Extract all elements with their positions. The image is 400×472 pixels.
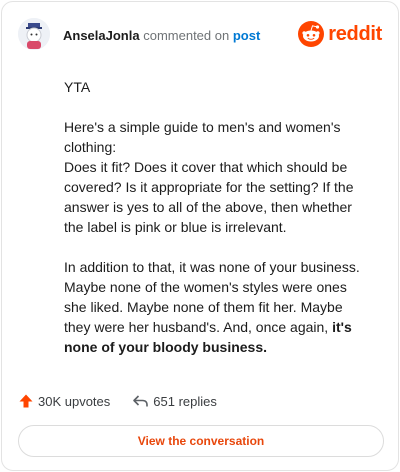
reddit-logo[interactable]: reddit — [298, 20, 382, 48]
comment-paragraph-1: YTA — [64, 79, 91, 95]
upvotes-count: 30K upvotes — [38, 393, 111, 409]
byline: AnselaJonla commented on post — [63, 28, 260, 43]
view-conversation-button[interactable]: View the conversation — [18, 425, 384, 457]
username-link[interactable]: AnselaJonla — [63, 28, 140, 43]
comment-paragraph-2-line-1: Here's a simple guide to men's and women… — [64, 119, 341, 155]
comment-card: AnselaJonla commented on post reddit YTA… — [1, 1, 399, 471]
replies-button[interactable]: 651 replies — [132, 393, 217, 409]
comment-paragraph-2: Here's a simple guide to men's and women… — [64, 117, 364, 237]
reddit-wordmark: reddit — [328, 22, 382, 45]
comment-paragraph-3-text: In addition to that, it was none of your… — [64, 259, 360, 335]
comment-header: AnselaJonla commented on post reddit — [18, 18, 382, 52]
post-link[interactable]: post — [233, 28, 260, 43]
comment-paragraph-2-line-2: Does it fit? Does it cover that which sh… — [64, 159, 354, 235]
reply-arrow-icon — [133, 395, 149, 407]
comment-body: YTA Here's a simple guide to men's and w… — [64, 77, 364, 357]
comment-paragraph-3: In addition to that, it was none of your… — [64, 257, 364, 357]
comment-actions: 30K upvotes 651 replies — [18, 390, 217, 412]
action-text: commented on — [143, 28, 230, 43]
replies-count: 651 replies — [153, 393, 217, 409]
user-avatar[interactable] — [18, 18, 50, 50]
upvote-arrow-icon — [19, 394, 33, 408]
reddit-snoo-icon — [298, 21, 325, 47]
upvotes-button[interactable]: 30K upvotes — [18, 393, 110, 409]
avatar-icon — [18, 18, 50, 50]
